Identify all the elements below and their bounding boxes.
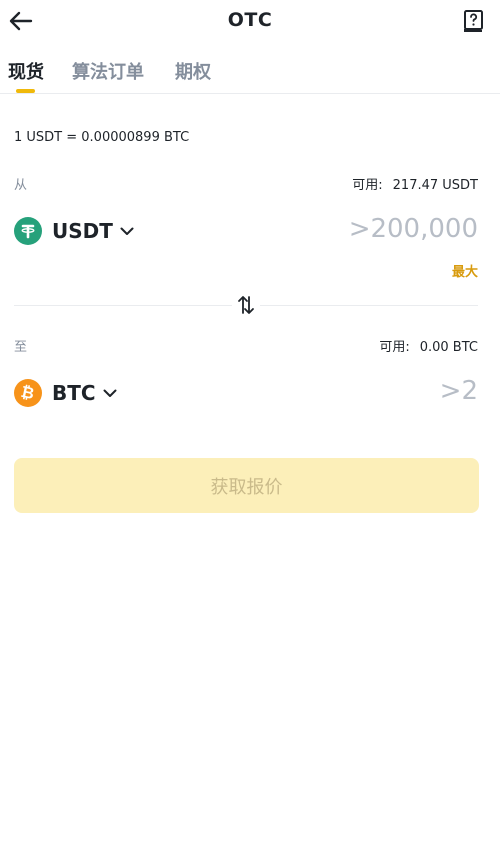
- from-coin-selector[interactable]: USDT: [14, 217, 135, 245]
- tab-algo-orders[interactable]: 算法订单: [72, 58, 144, 84]
- from-available: 可用: 217.47 USDT: [352, 174, 478, 193]
- max-button[interactable]: 最大: [452, 261, 478, 280]
- to-available-value: 0.00 BTC: [419, 340, 478, 355]
- to-coin-selector[interactable]: ₿ BTC: [14, 379, 118, 407]
- chevron-down-icon: [103, 389, 117, 397]
- usdt-icon: [14, 217, 42, 245]
- swap-arrows-icon: [238, 296, 254, 314]
- from-available-label: 可用:: [352, 178, 383, 193]
- from-amount-input[interactable]: [218, 214, 478, 244]
- from-coin-name: USDT: [52, 219, 113, 243]
- chevron-down-icon: [120, 227, 134, 235]
- exchange-rate: 1 USDT = 0.00000899 BTC: [14, 130, 190, 145]
- tab-options[interactable]: 期权: [175, 58, 211, 84]
- from-label: 从: [14, 178, 28, 193]
- get-quote-button[interactable]: 获取报价: [14, 458, 479, 513]
- swap-button[interactable]: [232, 291, 260, 319]
- to-available-label: 可用:: [379, 340, 410, 355]
- from-available-value: 217.47 USDT: [392, 178, 478, 193]
- btc-icon: ₿: [14, 379, 42, 407]
- to-label: 至: [14, 340, 28, 355]
- help-book-icon: [464, 10, 483, 32]
- to-amount-input[interactable]: [218, 376, 478, 406]
- tabs-divider: [0, 93, 500, 94]
- page-title: OTC: [227, 9, 273, 31]
- tab-spot[interactable]: 现货: [8, 58, 44, 84]
- to-available: 可用: 0.00 BTC: [379, 336, 478, 355]
- help-button[interactable]: [463, 9, 485, 33]
- to-coin-name: BTC: [52, 381, 96, 405]
